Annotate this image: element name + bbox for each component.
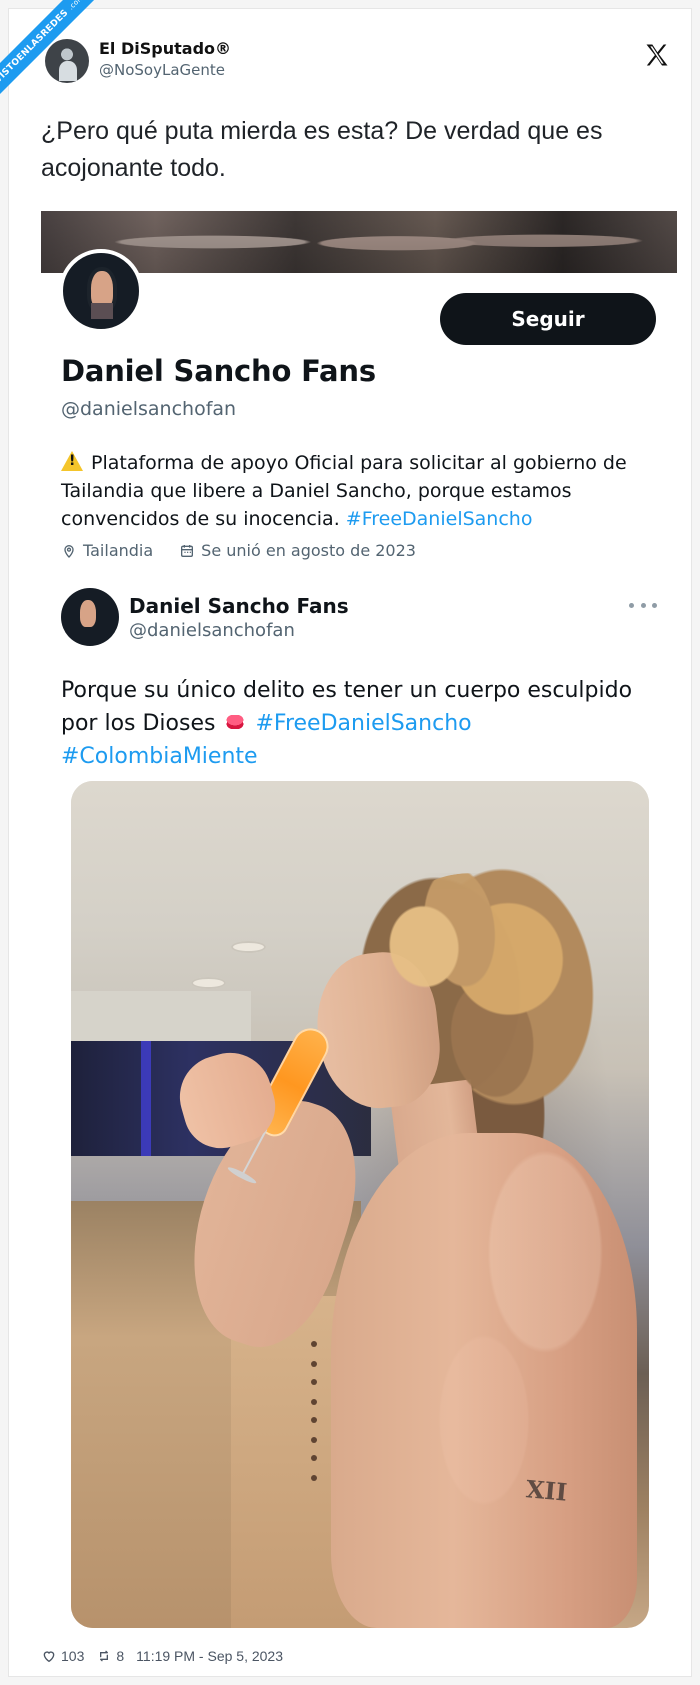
profile-bio: Plataforma de apoyo Oficial para solicit… <box>61 449 651 533</box>
profile-avatar[interactable] <box>59 249 143 333</box>
retweets-stat[interactable]: 8 <box>96 1648 124 1664</box>
more-options-icon[interactable] <box>629 600 657 610</box>
likes-count: 103 <box>61 1648 85 1664</box>
author-handle[interactable]: @NoSoyLaGente <box>99 61 225 79</box>
profile-meta: Tailandia Se unió en agosto de 2023 <box>61 541 416 560</box>
profile-handle: @danielsanchofan <box>61 398 237 420</box>
embedded-post-name[interactable]: Daniel Sancho Fans <box>129 594 349 618</box>
joined-item: Se unió en agosto de 2023 <box>179 541 416 560</box>
embedded-post-text: Porque su único delito es tener un cuerp… <box>61 674 657 773</box>
author-display-name[interactable]: El DiSputado® <box>99 39 231 58</box>
media-torso <box>331 1133 637 1628</box>
tweet-timestamp[interactable]: 11:19 PM - Sep 5, 2023 <box>136 1648 283 1664</box>
embedded-post-avatar[interactable] <box>61 588 119 646</box>
warning-icon <box>61 451 83 471</box>
ceiling-light <box>231 941 266 953</box>
lips-icon <box>221 715 250 729</box>
embedded-post-handle[interactable]: @danielsanchofan <box>129 620 295 641</box>
tweet-header: El DiSputado® @NoSoyLaGente <box>37 31 677 91</box>
profile-name: Daniel Sancho Fans <box>61 354 376 388</box>
location-item: Tailandia <box>61 541 153 560</box>
watermark-suffix: .com <box>66 0 86 12</box>
joined-text: Se unió en agosto de 2023 <box>201 541 416 560</box>
more-dot <box>652 602 657 608</box>
x-logo-icon[interactable] <box>643 41 671 69</box>
profile-bio-text: Plataforma de apoyo Oficial para solicit… <box>61 452 627 530</box>
retweet-icon <box>100 1650 109 1662</box>
embedded-post-hashtag-2[interactable]: #ColombiaMiente <box>61 744 258 769</box>
tweet-text: ¿Pero qué puta mierda es esta? De verdad… <box>41 117 603 182</box>
ceiling-light <box>191 977 226 989</box>
retweets-count: 8 <box>116 1648 125 1664</box>
likes-stat[interactable]: 103 <box>41 1648 84 1664</box>
location-pin-icon <box>64 544 74 558</box>
embedded-screenshot: Seguir Daniel Sancho Fans @danielsanchof… <box>41 211 677 1633</box>
embedded-post-hashtag-1[interactable]: #FreeDanielSancho <box>255 711 471 736</box>
embedded-post-media[interactable]: XII <box>71 781 649 1628</box>
media-tattoo: XII <box>524 1474 569 1507</box>
location-text: Tailandia <box>83 541 154 560</box>
author-avatar[interactable] <box>45 39 89 83</box>
tweet-footer: 103 8 11:19 PM - Sep 5, 2023 <box>41 1648 283 1664</box>
calendar-icon <box>181 544 194 557</box>
more-dot <box>640 602 646 608</box>
tweet-card: El DiSputado® @NoSoyLaGente ¿Pero qué pu… <box>8 8 692 1677</box>
profile-banner <box>41 211 677 273</box>
more-dot <box>629 602 634 608</box>
profile-bio-hashtag[interactable]: #FreeDanielSancho <box>346 508 533 530</box>
embedded-post-header: Daniel Sancho Fans @danielsanchofan <box>61 588 657 648</box>
heart-icon <box>43 1651 55 1663</box>
follow-button[interactable]: Seguir <box>440 293 656 345</box>
